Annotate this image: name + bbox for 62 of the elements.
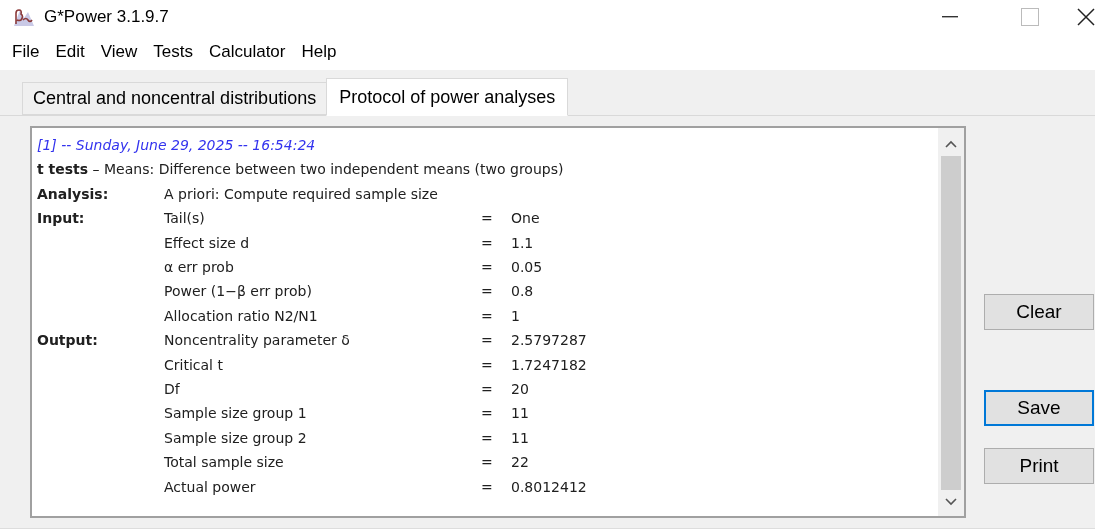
action-button[interactable]: Clear	[984, 294, 1094, 330]
equals-sign: =	[481, 429, 493, 446]
scroll-up-icon	[945, 140, 957, 148]
parameter-value: 1.7247182	[511, 355, 587, 375]
parameter-name: Actual power	[164, 478, 256, 495]
scroll-thumb[interactable]	[941, 156, 961, 490]
menu-item[interactable]: Calculator	[208, 39, 286, 65]
parameter-value: 1.1	[511, 233, 534, 253]
parameter-value: 0.05	[511, 258, 543, 278]
menu-item[interactable]: View	[100, 39, 138, 65]
parameter-name: Sample size group 2	[164, 429, 307, 446]
parameter-name: Critical t	[164, 356, 223, 373]
section-label: Analysis:	[37, 185, 109, 202]
parameter-value: 11	[511, 404, 529, 424]
tab[interactable]: Central and noncentral distributions	[22, 82, 327, 115]
equals-sign: =	[481, 478, 493, 495]
scroll-down-icon	[945, 498, 957, 506]
parameter-name: Sample size group 1	[164, 405, 307, 422]
protocol-header: [1] -- Sunday, June 29, 2025 -- 16:54:24	[37, 136, 316, 155]
section-label: Input:	[37, 210, 85, 227]
section-label: Output:	[37, 332, 98, 349]
menu-item[interactable]: Help	[301, 39, 337, 65]
menu-item[interactable]: File	[12, 39, 40, 65]
parameter-value: 1	[511, 306, 520, 326]
window-title: G*Power 3.1.9.7	[44, 6, 169, 29]
action-button[interactable]: Save	[984, 390, 1094, 426]
parameter-name: Power (1−β err prob)	[164, 283, 312, 300]
test-title: t tests – Means: Difference between two independent means (two groups)	[37, 160, 564, 180]
equals-sign: =	[481, 405, 493, 422]
minimize-icon	[942, 16, 958, 18]
equals-sign: =	[481, 259, 493, 276]
close-icon	[1077, 8, 1095, 26]
equals-sign: =	[481, 356, 493, 373]
menu-item[interactable]: Tests	[153, 39, 193, 65]
parameter-value: 2.5797287	[511, 331, 587, 351]
app-icon	[12, 8, 36, 26]
parameter-name: Effect size d	[164, 234, 250, 251]
equals-sign: =	[481, 307, 493, 324]
equals-sign: =	[481, 332, 493, 349]
equals-sign: =	[481, 381, 493, 398]
parameter-value: 11	[511, 428, 529, 448]
action-button[interactable]: Print	[984, 448, 1094, 484]
maximize-icon	[1021, 8, 1039, 26]
parameter-name: Tail(s)	[164, 210, 205, 227]
equals-sign: =	[481, 283, 493, 300]
analysis-type: A priori: Compute required sample size	[164, 184, 438, 204]
equals-sign: =	[481, 234, 493, 251]
parameter-value: 20	[511, 380, 529, 400]
scrollbar[interactable]	[938, 128, 964, 516]
parameter-name: Noncentrality parameter δ	[164, 332, 350, 349]
parameter-name: α err prob	[164, 259, 234, 276]
parameter-value: One	[511, 209, 540, 229]
parameter-name: Allocation ratio N2/N1	[164, 307, 318, 324]
equals-sign: =	[481, 210, 493, 227]
parameter-name: Df	[164, 381, 180, 398]
menu-item[interactable]: Edit	[55, 39, 85, 65]
parameter-value: 0.8	[511, 282, 534, 302]
parameter-value: 0.8012412	[511, 477, 587, 497]
parameter-name: Total sample size	[164, 454, 284, 471]
equals-sign: =	[481, 454, 493, 471]
parameter-value: 22	[511, 453, 529, 473]
tab[interactable]: Protocol of power analyses	[326, 78, 569, 116]
